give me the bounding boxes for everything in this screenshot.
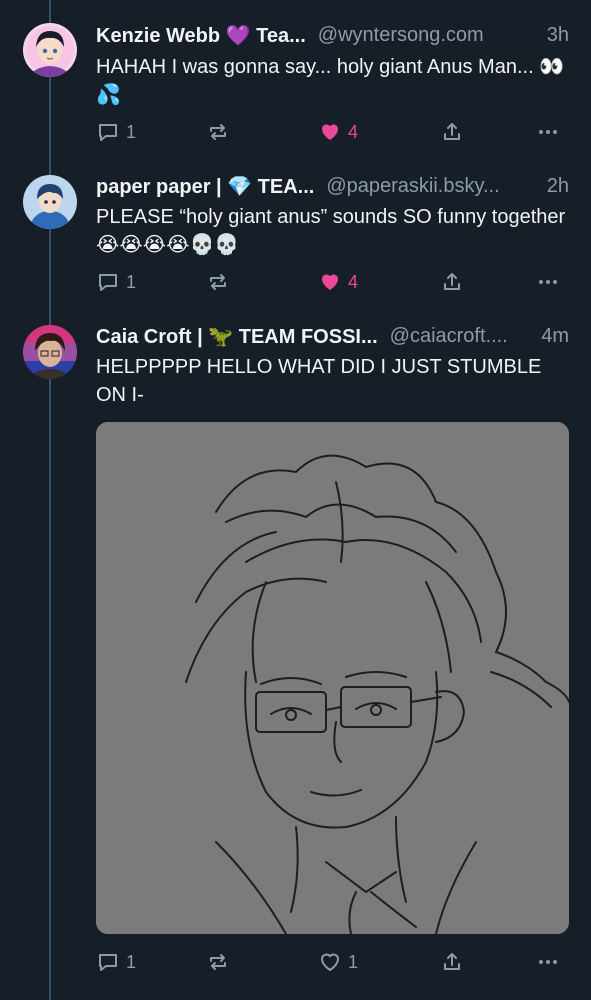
action-bar: 1 4 xyxy=(96,269,557,295)
ellipsis-icon xyxy=(536,950,560,974)
repost-arrows-icon xyxy=(206,950,230,974)
heart-icon xyxy=(318,950,342,974)
share-upload-icon xyxy=(440,270,464,294)
user-handle[interactable]: @paperaskii.bsky... xyxy=(326,175,499,198)
post-header: paper paper | 💎 TEA... @paperaskii.bsky.… xyxy=(96,173,569,199)
like-button[interactable]: 1 xyxy=(318,949,358,975)
timestamp[interactable]: 2h xyxy=(537,175,569,198)
avatar[interactable] xyxy=(23,175,77,229)
more-options-button[interactable] xyxy=(536,949,560,975)
reply-button[interactable]: 1 xyxy=(96,949,136,975)
post-text: HELPPPPP HELLO WHAT DID I JUST STUMBLE O… xyxy=(96,356,542,406)
timestamp[interactable]: 4m xyxy=(531,325,569,348)
like-button[interactable]: 4 xyxy=(318,119,358,145)
share-upload-icon xyxy=(440,120,464,144)
action-bar: 1 4 xyxy=(96,119,557,145)
avatar[interactable] xyxy=(23,325,77,379)
speech-bubble-icon xyxy=(96,950,120,974)
more-options-button[interactable] xyxy=(536,119,560,145)
post-image-sketch[interactable] xyxy=(96,422,569,934)
reply-button[interactable]: 1 xyxy=(96,119,136,145)
ellipsis-icon xyxy=(536,270,560,294)
ellipsis-icon xyxy=(536,120,560,144)
share-button[interactable] xyxy=(440,269,464,295)
post-paper[interactable]: paper paper | 💎 TEA... @paperaskii.bsky.… xyxy=(0,173,591,303)
post-kenzie[interactable]: Kenzie Webb 💜 Tea... @wyntersong.com 3h … xyxy=(0,22,591,152)
action-bar: 1 1 xyxy=(96,949,557,975)
reply-count: 1 xyxy=(126,951,137,972)
repost-button[interactable] xyxy=(206,949,230,975)
like-count: 1 xyxy=(348,951,359,972)
timestamp[interactable]: 3h xyxy=(537,24,569,47)
like-button[interactable]: 4 xyxy=(318,269,358,295)
user-handle[interactable]: @wyntersong.com xyxy=(318,24,484,47)
heart-icon xyxy=(318,270,342,294)
display-name[interactable]: Caia Croft | 🦖 TEAM FOSSI... xyxy=(96,324,378,349)
speech-bubble-icon xyxy=(96,120,120,144)
sketch-drawing xyxy=(96,422,569,934)
repost-button[interactable] xyxy=(206,269,230,295)
like-count: 4 xyxy=(348,271,359,292)
post-header: Kenzie Webb 💜 Tea... @wyntersong.com 3h xyxy=(96,22,569,48)
post-text: PLEASE “holy giant anus” sounds SO funny… xyxy=(96,206,566,256)
repost-arrows-icon xyxy=(206,270,230,294)
like-count: 4 xyxy=(348,121,359,142)
display-name[interactable]: Kenzie Webb 💜 Tea... xyxy=(96,23,306,48)
post-text: HAHAH I was gonna say... holy giant Anus… xyxy=(96,56,565,106)
repost-arrows-icon xyxy=(206,120,230,144)
more-options-button[interactable] xyxy=(536,269,560,295)
share-button[interactable] xyxy=(440,949,464,975)
avatar[interactable] xyxy=(23,23,77,77)
share-button[interactable] xyxy=(440,119,464,145)
user-handle[interactable]: @caiacroft.... xyxy=(390,325,508,348)
reply-count: 1 xyxy=(126,271,137,292)
reply-button[interactable]: 1 xyxy=(96,269,136,295)
repost-button[interactable] xyxy=(206,119,230,145)
heart-icon xyxy=(318,120,342,144)
post-header: Caia Croft | 🦖 TEAM FOSSI... @caiacroft.… xyxy=(96,323,569,349)
reply-count: 1 xyxy=(126,121,137,142)
display-name[interactable]: paper paper | 💎 TEA... xyxy=(96,174,314,199)
share-upload-icon xyxy=(440,950,464,974)
speech-bubble-icon xyxy=(96,270,120,294)
